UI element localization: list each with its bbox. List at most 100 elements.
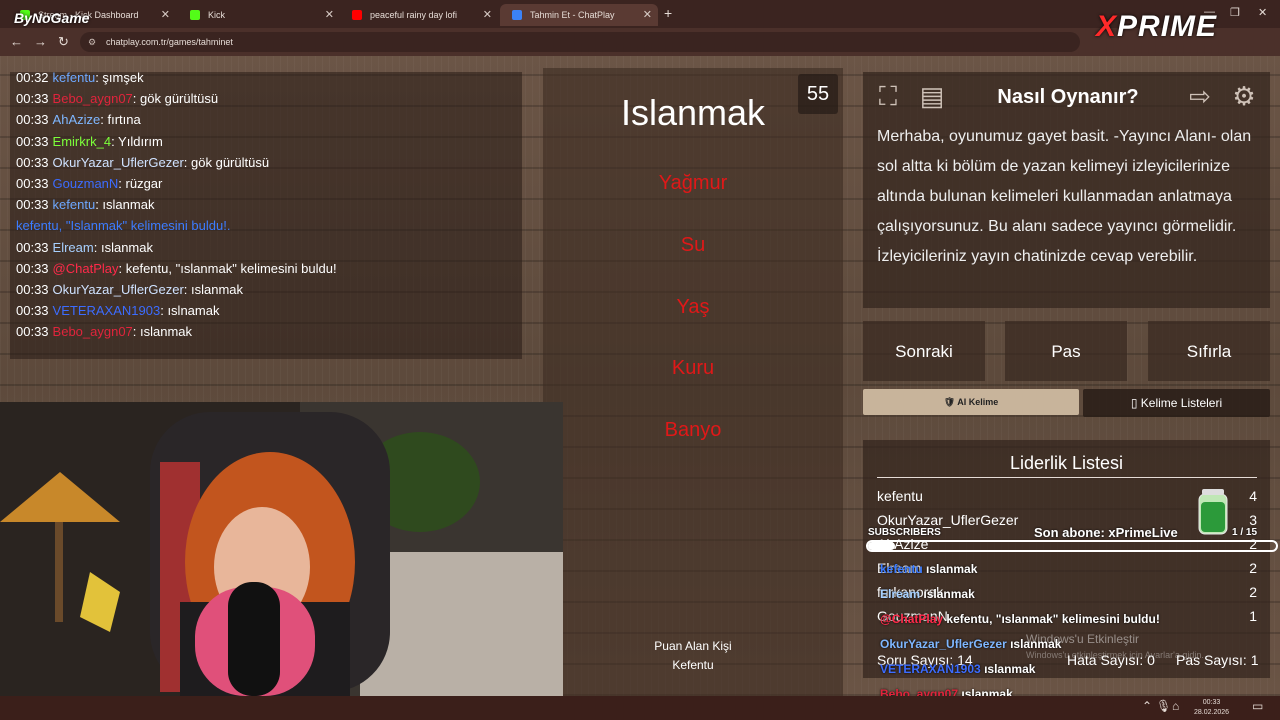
overlay-chat-user: kefentu bbox=[880, 562, 923, 576]
maximize-button[interactable]: ❐ bbox=[1230, 6, 1240, 19]
leaderboard-title: Liderlik Listesi bbox=[1009, 453, 1124, 473]
bynogame-logo: ByNoGame bbox=[14, 10, 90, 26]
chat-username[interactable]: AhAzize bbox=[53, 112, 101, 127]
taboo-word: Kuru bbox=[671, 357, 715, 379]
chat-username[interactable]: Emirkrk_4 bbox=[53, 134, 112, 149]
taboo-word: Yağmur bbox=[658, 172, 728, 194]
pass-button[interactable]: Pas bbox=[1005, 321, 1127, 381]
close-icon[interactable]: ✕ bbox=[325, 4, 334, 26]
scorer-name: Kefentu bbox=[672, 658, 714, 672]
webcam-image bbox=[0, 402, 563, 696]
chat-timestamp: 00:33 bbox=[16, 176, 49, 191]
overlay-chat-user: OkurYazar_UflerGezer bbox=[880, 637, 1007, 651]
reload-button[interactable]: ↻ bbox=[58, 34, 69, 50]
network-icon[interactable]: ⌂ bbox=[1172, 699, 1179, 713]
chatplay-icon bbox=[512, 10, 522, 20]
exit-icon[interactable]: ⇨ bbox=[1182, 78, 1218, 114]
chat-message: 00:33 Bebo_aygn07: gök gürültüsü bbox=[16, 91, 218, 106]
close-icon[interactable]: ✕ bbox=[161, 4, 170, 26]
chat-username[interactable]: VETERAXAN1903 bbox=[53, 303, 161, 318]
fullscreen-icon[interactable]: ⛶ bbox=[870, 78, 906, 114]
windows-activation-title: Windows'u Etkinleştir bbox=[1026, 632, 1139, 646]
leaderboard-name: kefentu bbox=[877, 488, 923, 504]
tab-label: peaceful rainy day lofi bbox=[370, 10, 458, 20]
chevron-up-icon[interactable]: ⌃ bbox=[1142, 699, 1152, 713]
subscribers-label: SUBSCRIBERS bbox=[868, 527, 941, 538]
subscriber-goal-fill bbox=[868, 542, 896, 550]
site-info-icon[interactable]: ⚙ bbox=[88, 32, 96, 52]
clipboard-icon: ▯ bbox=[1130, 396, 1141, 410]
next-button[interactable]: Sonraki bbox=[863, 321, 985, 381]
chat-message: 00:33 Elream: ıslanmak bbox=[16, 240, 153, 255]
ai-word-button[interactable]: 🛡 AI Kelime bbox=[863, 389, 1079, 415]
overlay-chat-user: @ChatPlay bbox=[880, 612, 944, 626]
chat-text: : ıslanmak bbox=[95, 197, 155, 213]
chat-message: 00:33 GouzmanN: rüzgar bbox=[16, 176, 162, 191]
chat-username[interactable]: @ChatPlay bbox=[53, 261, 119, 276]
chat-text: : ıslnamak bbox=[160, 303, 220, 319]
tab-label: Tahmin Et - ChatPlay bbox=[530, 10, 615, 20]
back-button[interactable]: ← bbox=[10, 34, 23, 49]
leaderboard-score: 1 bbox=[1249, 608, 1257, 624]
close-icon[interactable]: ✕ bbox=[483, 4, 492, 26]
chat-timestamp: 00:33 bbox=[16, 260, 49, 276]
chat-username[interactable]: kefentu bbox=[53, 197, 96, 212]
chat-text: : gök gürültüsü bbox=[183, 154, 270, 170]
microphone-icon[interactable]: 🎙 bbox=[1156, 699, 1171, 713]
chat-username[interactable]: Elream bbox=[53, 240, 94, 255]
overlay-chat-message: VETERAXAN1903 ıslanmak bbox=[880, 662, 1035, 676]
reset-button[interactable]: Sıfırla bbox=[1148, 321, 1270, 381]
new-tab-button[interactable]: + bbox=[664, 5, 672, 21]
address-bar-row: ← → ↻ ⚙ chatplay.com.tr/games/tahminet bbox=[0, 28, 1280, 56]
chat-username[interactable]: kefentu bbox=[53, 70, 96, 85]
chat-username[interactable]: Bebo_aygn07 bbox=[53, 324, 133, 339]
tab-tahmin-et[interactable]: Tahmin Et - ChatPlay ✕ bbox=[500, 4, 658, 26]
url-field[interactable]: ⚙ chatplay.com.tr/games/tahminet bbox=[80, 32, 1080, 52]
chat-username[interactable]: GouzmanN bbox=[53, 176, 119, 191]
how-to-play-title: Nasıl Oynanır? bbox=[997, 86, 1139, 108]
subscriber-goal-bar bbox=[866, 540, 1278, 552]
how-to-play-text: Merhaba, oyunumuz gayet basit. -Yayıncı … bbox=[877, 128, 1252, 265]
close-icon[interactable]: ✕ bbox=[643, 4, 652, 26]
window-close-button[interactable]: ✕ bbox=[1258, 6, 1267, 19]
overlay-chat-user: Elream bbox=[880, 587, 921, 601]
chat-username[interactable]: OkurYazar_UflerGezer bbox=[53, 282, 184, 297]
url-text: chatplay.com.tr/games/tahminet bbox=[106, 37, 233, 47]
chat-text: : kefentu, "ıslanmak" kelimesini buldu! bbox=[118, 260, 337, 276]
chat-message: 00:33 OkurYazar_UflerGezer: gök gürültüsü bbox=[16, 155, 269, 170]
chat-timestamp: 00:33 bbox=[16, 133, 49, 149]
leaderboard-divider bbox=[877, 477, 1257, 478]
chat-username[interactable]: OkurYazar_UflerGezer bbox=[53, 155, 184, 170]
chat-timestamp: 00:33 bbox=[16, 239, 49, 255]
kick-icon bbox=[190, 10, 200, 20]
taboo-word: Yaş bbox=[676, 296, 710, 318]
overlay-chat-text: ıslanmak bbox=[923, 587, 975, 601]
leaderboard-score: 4 bbox=[1249, 488, 1257, 504]
chat-text: : rüzgar bbox=[118, 176, 163, 191]
leaderboard-score: 2 bbox=[1249, 560, 1257, 576]
tab-kick[interactable]: Kick ✕ bbox=[178, 4, 340, 26]
chat-timestamp: 00:33 bbox=[16, 324, 49, 340]
tab-label: Kick bbox=[208, 10, 226, 20]
taskbar: ⌃ 🎙 ⌂ 00:33 28.02.2026 ▭ bbox=[0, 696, 1280, 720]
tab-lofi[interactable]: peaceful rainy day lofi ✕ bbox=[340, 4, 498, 26]
chat-username[interactable]: Bebo_aygn07 bbox=[53, 91, 133, 106]
gear-icon[interactable]: ⚙ bbox=[1226, 78, 1262, 114]
jar-icon bbox=[1198, 489, 1228, 535]
chat-message: 00:33 VETERAXAN1903: ıslnamak bbox=[16, 303, 219, 318]
word-lists-button[interactable]: ▯ Kelime Listeleri bbox=[1083, 389, 1270, 417]
notification-icon[interactable]: ▭ bbox=[1252, 699, 1263, 713]
chat-timestamp: 00:33 bbox=[16, 112, 49, 128]
taskbar-clock[interactable]: 00:33 28.02.2026 bbox=[1194, 698, 1229, 718]
chat-message: 00:33 OkurYazar_UflerGezer: ıslanmak bbox=[16, 282, 243, 297]
chat-text: : ıslanmak bbox=[132, 324, 193, 340]
subscriber-count: 1 / 15 bbox=[1232, 527, 1258, 538]
chat-message: 00:33 AhAzize: fırtına bbox=[16, 112, 141, 127]
chat-timestamp: 00:33 bbox=[16, 154, 49, 170]
document-icon[interactable]: ▤ bbox=[914, 78, 950, 114]
overlay-chat-message: kefentu ıslanmak bbox=[880, 562, 977, 576]
chat-text: : ıslanmak bbox=[93, 239, 153, 255]
round-timer: 55 bbox=[798, 74, 838, 114]
forward-button[interactable]: → bbox=[34, 34, 47, 49]
overlay-chat-text: kefentu, "ıslanmak" kelimesini buldu! bbox=[946, 612, 1160, 626]
